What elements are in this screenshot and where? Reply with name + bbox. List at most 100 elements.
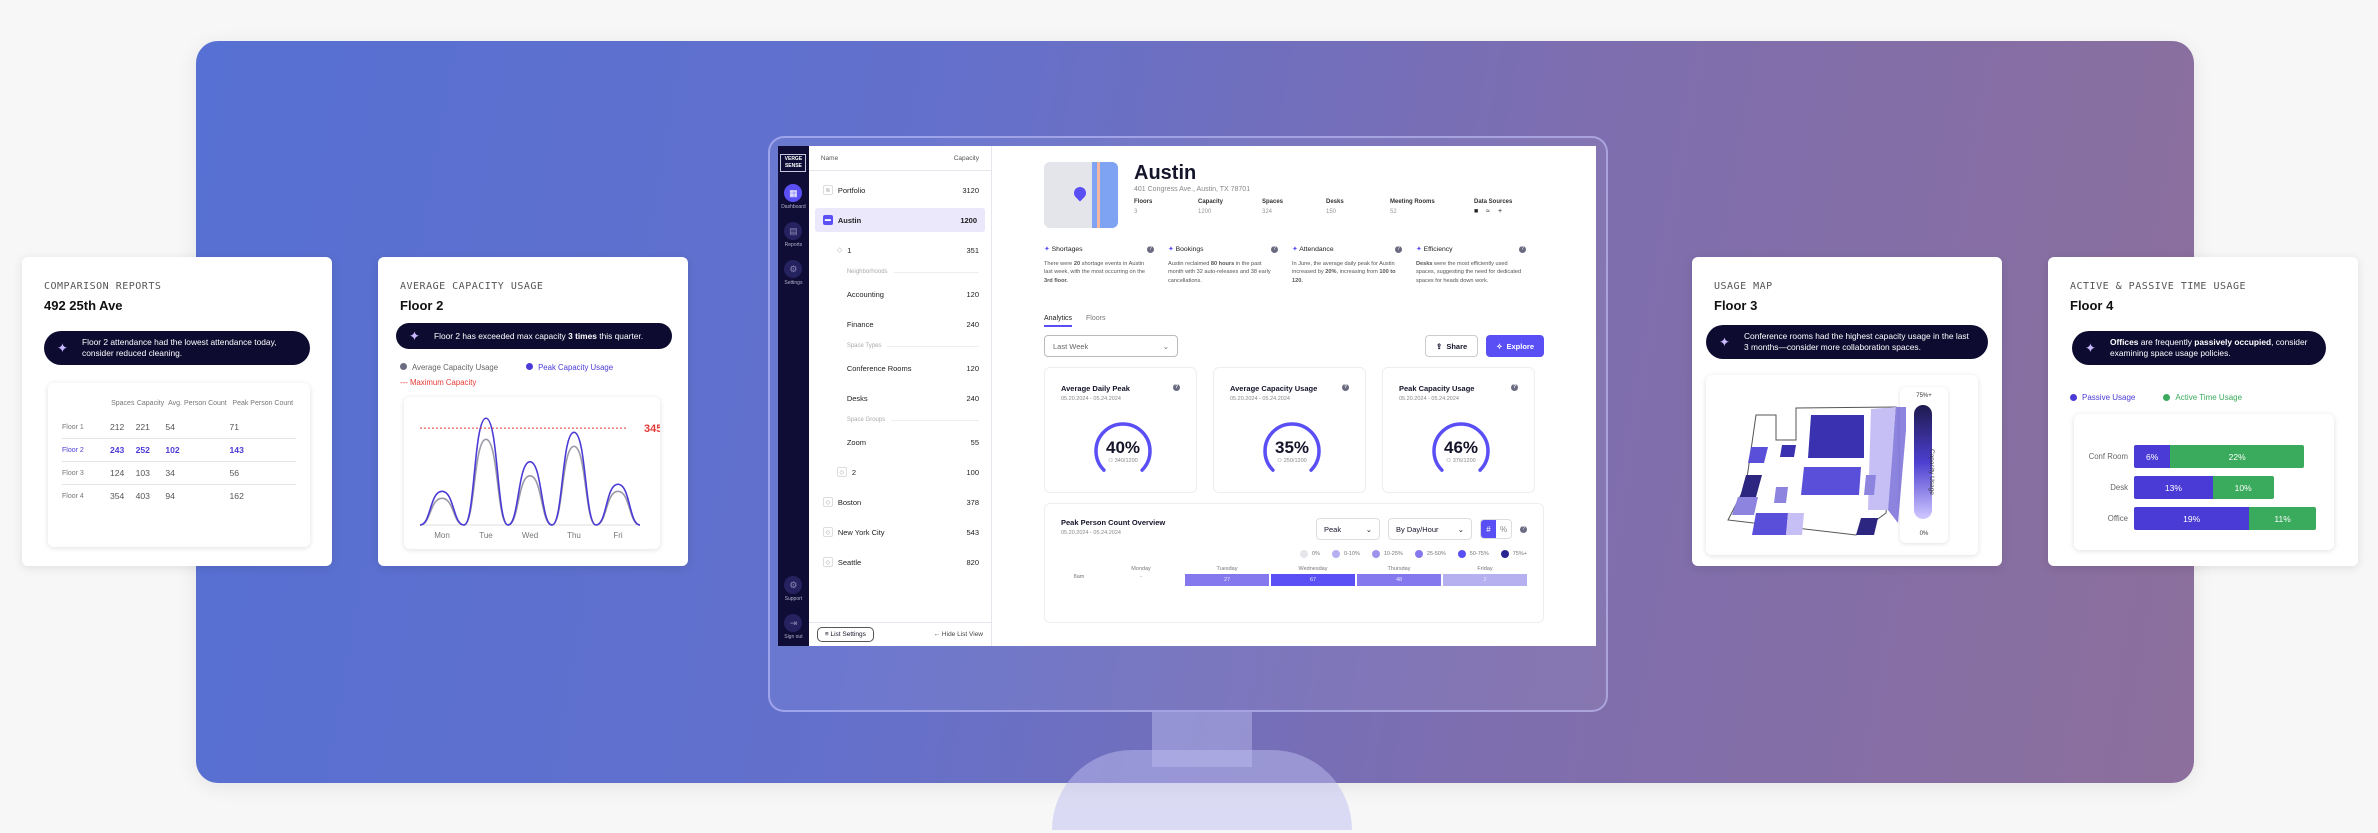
bar-row: Conf Room 6% 22%: [2074, 444, 2334, 469]
list-item-seattle[interactable]: ◇ Seattle 820: [809, 547, 991, 577]
tabs: Analytics Floors: [1044, 315, 1544, 327]
txt-bold: Desks: [1416, 260, 1433, 267]
heatmap-cell[interactable]: 27: [1185, 574, 1269, 586]
period-value: Last Week: [1053, 341, 1089, 351]
item-value: 120: [966, 363, 979, 373]
list-item-portfolio[interactable]: ≋ Portfolio 3120: [809, 175, 991, 205]
tab-floors[interactable]: Floors: [1086, 315, 1105, 327]
list-item-floor-1[interactable]: ◇ 1 351: [809, 235, 991, 265]
list-item-desks[interactable]: Desks 240: [809, 383, 991, 413]
table-row[interactable]: Floor 1 212 221 54 71: [62, 416, 296, 439]
help-icon[interactable]: ?: [1271, 246, 1278, 253]
peak-overview-panel: Peak Person Count Overview 05.20.2024 - …: [1044, 503, 1544, 623]
list-item-accounting[interactable]: Accounting 120: [809, 279, 991, 309]
metric-select[interactable]: Peak ⌄: [1316, 518, 1380, 540]
room-sw[interactable]: [1732, 497, 1758, 515]
nav-sign-out[interactable]: ⇥ Sign out: [784, 614, 803, 640]
insight-pill: ✦ Conference rooms had the highest capaci…: [1706, 325, 1988, 359]
column-header: Peak Person Count: [232, 400, 294, 407]
list-item-boston[interactable]: ◇ Boston 378: [809, 487, 991, 517]
building-title: Austin: [1134, 162, 1197, 184]
floor-plan[interactable]: [1706, 375, 1906, 555]
nav-settings[interactable]: ⚙ Settings: [784, 260, 802, 286]
insight-title: Shortages: [1051, 246, 1083, 253]
heatmap-cell[interactable]: 48: [1357, 574, 1441, 586]
nav-reports[interactable]: ▤ Reports: [784, 222, 803, 248]
table-cell: 212: [110, 422, 125, 432]
location-map[interactable]: [1044, 162, 1118, 228]
kpi-percent: 46%: [1443, 438, 1479, 457]
list-settings-button[interactable]: ≡ List Settings: [816, 627, 874, 642]
bar-segment-passive[interactable]: 6%: [2134, 445, 2171, 468]
sparkle-icon: ✦: [1719, 334, 1730, 350]
bar-segment-active[interactable]: 10%: [2212, 476, 2274, 499]
period-select[interactable]: Last Week ⌄: [1044, 335, 1178, 357]
insight-title: Attendance: [1299, 246, 1334, 253]
room-conference[interactable]: [1808, 415, 1864, 458]
legend-swatch: [1414, 550, 1423, 558]
help-icon[interactable]: ?: [1147, 246, 1154, 253]
group-select[interactable]: By Day/Hour ⌄: [1388, 518, 1472, 540]
chevron-down-icon: ⌄: [1457, 524, 1464, 534]
room-mid[interactable]: [1774, 487, 1788, 503]
help-icon[interactable]: ?: [1511, 384, 1518, 391]
table-cell: 124: [110, 461, 136, 485]
list-item-finance[interactable]: Finance 240: [809, 309, 991, 339]
item-label: 1: [847, 245, 852, 255]
room-mid2[interactable]: [1780, 445, 1796, 457]
help-icon[interactable]: ?: [1520, 525, 1527, 533]
list-item-new-york-city[interactable]: ◇ New York City 543: [809, 517, 991, 547]
txt: There were: [1044, 260, 1074, 267]
stat-label: Meeting Rooms: [1390, 199, 1435, 205]
stat-label: Floors: [1134, 199, 1153, 205]
room-south2[interactable]: [1786, 513, 1804, 535]
group-value: By Day/Hour: [1396, 524, 1439, 534]
col-capacity-header[interactable]: Capacity: [954, 155, 979, 162]
list-item-conference-rooms[interactable]: Conference Rooms 120: [809, 353, 991, 383]
table-row[interactable]: Floor 3 124 103 34 56: [62, 461, 296, 485]
legend-swatch: [1300, 550, 1308, 558]
help-icon[interactable]: ?: [1519, 246, 1526, 253]
nav-dashboard[interactable]: ▦ Dashboard: [781, 184, 806, 210]
legend-swatch: [1457, 550, 1466, 558]
col-name-header[interactable]: Name: [821, 155, 838, 162]
bar-segment-active[interactable]: 22%: [2170, 445, 2304, 468]
corner: [1061, 566, 1097, 572]
list-item-zoom[interactable]: Zoom 55: [809, 427, 991, 457]
overview-title: Peak Person Count Overview: [1061, 518, 1166, 527]
share-button[interactable]: ⇪ Share: [1425, 335, 1479, 357]
table-row[interactable]: Floor 2 243 252 102 143: [62, 438, 296, 462]
tab-analytics[interactable]: Analytics: [1044, 315, 1073, 327]
help-icon[interactable]: ?: [1342, 384, 1349, 391]
table-row[interactable]: Floor 4 354 403 94 162: [62, 484, 296, 507]
list-item-floor-2[interactable]: ◇ 2 100: [809, 457, 991, 487]
list-item-austin[interactable]: ▬ Austin 1200: [814, 208, 985, 232]
bar-segment-passive[interactable]: 13%: [2134, 476, 2213, 499]
room-mid3[interactable]: [1864, 475, 1876, 495]
card-title: 492 25th Ave: [44, 298, 123, 313]
toggle-count[interactable]: #: [1481, 520, 1496, 538]
bar-segment-passive[interactable]: 19%: [2134, 507, 2250, 530]
bar-category-label: Conf Room: [2088, 452, 2128, 461]
room-open[interactable]: [1801, 467, 1861, 495]
heatmap-cell[interactable]: 67: [1271, 574, 1355, 586]
explore-button[interactable]: ✧ Explore: [1486, 335, 1544, 357]
item-label: 2: [851, 467, 857, 477]
bar-segment-active[interactable]: 11%: [2249, 507, 2316, 530]
txt: Austin reclaimed: [1168, 260, 1211, 267]
floor-icon: ◇: [836, 247, 843, 254]
kpi-title: Average Daily Peak: [1061, 384, 1130, 393]
hide-list-view-link[interactable]: ← Hide List View: [934, 631, 983, 638]
monitor-base: [1052, 750, 1352, 830]
room-south[interactable]: [1752, 513, 1788, 535]
help-icon[interactable]: ?: [1395, 246, 1402, 253]
legend-item: 0-10%: [1331, 550, 1360, 558]
card-label: ACTIVE & PASSIVE TIME USAGE: [2070, 281, 2247, 292]
legend-peak: Peak Capacity Usage: [526, 363, 613, 372]
nav-support[interactable]: ⚙ Support: [784, 576, 803, 602]
table-cell: 243: [110, 438, 136, 462]
heatmap-cell[interactable]: 2: [1443, 574, 1527, 586]
toggle-percent[interactable]: %: [1496, 520, 1511, 538]
comparison-reports-card: COMPARISON REPORTS 492 25th Ave ✦ Floor 2…: [22, 257, 332, 566]
help-icon[interactable]: ?: [1173, 384, 1180, 391]
